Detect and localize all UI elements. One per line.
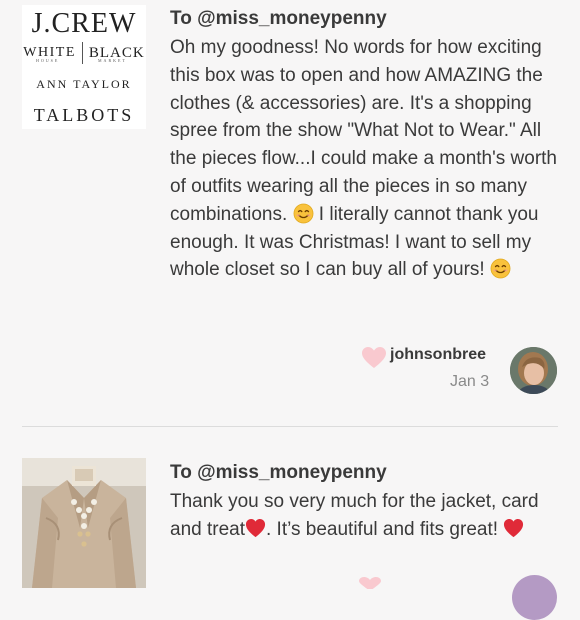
whbm-divider bbox=[81, 42, 83, 64]
red-heart-emoji-icon bbox=[245, 518, 266, 537]
heart-icon[interactable] bbox=[358, 577, 382, 589]
talbots-logo: TALBOTS bbox=[33, 105, 135, 125]
recipient-handle[interactable]: To @miss_moneypenny bbox=[170, 8, 387, 30]
note-card: To @miss_moneypenny Thank you so very mu… bbox=[0, 445, 580, 588]
avatar-photo bbox=[510, 347, 557, 394]
jacket-photo-image bbox=[22, 458, 146, 588]
smiling-face-emoji-icon bbox=[490, 258, 511, 279]
jcrew-logo: J.CREW bbox=[31, 8, 137, 39]
ann-taylor-logo: ANN TAYLOR bbox=[36, 77, 132, 91]
heart-icon[interactable] bbox=[361, 346, 387, 370]
note-date: Jan 3 bbox=[450, 373, 490, 390]
message-text: Oh my goodness! No words for how excitin… bbox=[170, 37, 557, 225]
smiling-face-emoji-icon bbox=[293, 203, 313, 224]
message-text: . It’s beautiful and fits great! bbox=[266, 518, 504, 540]
jacket-photo[interactable] bbox=[22, 458, 146, 588]
recipient-handle[interactable]: To @miss_moneypenny bbox=[170, 462, 387, 484]
author-avatar[interactable] bbox=[510, 347, 557, 394]
whbm-sub-right: MARKET bbox=[98, 58, 127, 63]
note-card: J.CREW WHITE BLACK HOUSE MARKET ANN TAYL… bbox=[0, 0, 580, 410]
note-message: Oh my goodness! No words for how excitin… bbox=[170, 34, 562, 284]
note-message: Thank you so very much for the jacket, c… bbox=[170, 488, 562, 544]
author-avatar[interactable] bbox=[512, 575, 557, 620]
red-heart-emoji-icon bbox=[504, 518, 524, 537]
whbm-sub-left: HOUSE bbox=[36, 58, 60, 63]
card-divider bbox=[22, 426, 558, 427]
author-username[interactable]: johnsonbree bbox=[390, 346, 486, 364]
brand-logos-image[interactable]: J.CREW WHITE BLACK HOUSE MARKET ANN TAYL… bbox=[22, 5, 146, 129]
